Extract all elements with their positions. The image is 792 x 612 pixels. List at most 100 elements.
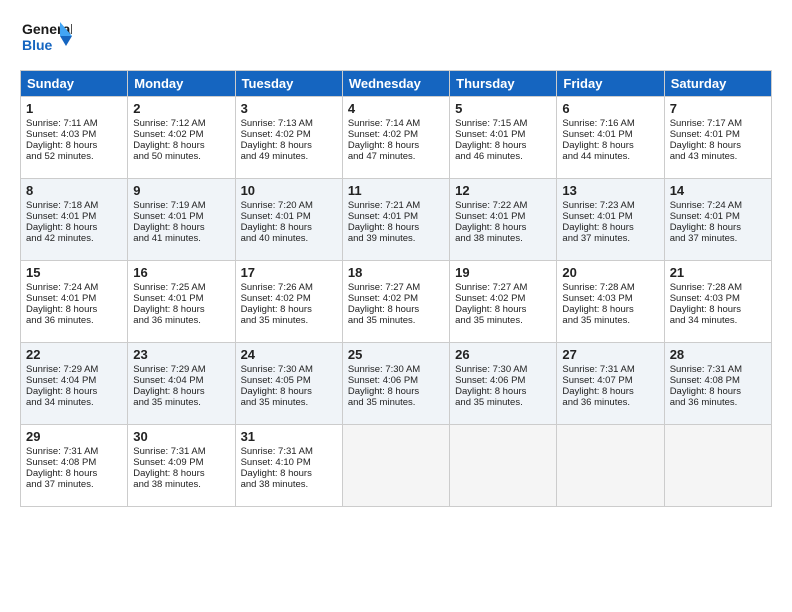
day-number: 8: [26, 183, 122, 198]
day-number: 11: [348, 183, 444, 198]
day-number: 20: [562, 265, 658, 280]
day-info-line: Daylight: 8 hours: [348, 304, 444, 315]
day-number: 28: [670, 347, 766, 362]
day-info-line: and 47 minutes.: [348, 151, 444, 162]
calendar-cell: 23Sunrise: 7:29 AMSunset: 4:04 PMDayligh…: [128, 343, 235, 425]
day-info-line: Daylight: 8 hours: [133, 222, 229, 233]
day-info-line: and 36 minutes.: [562, 397, 658, 408]
day-info-line: Sunrise: 7:19 AM: [133, 200, 229, 211]
day-info-line: and 36 minutes.: [670, 397, 766, 408]
day-info-line: and 35 minutes.: [348, 397, 444, 408]
calendar-cell: 18Sunrise: 7:27 AMSunset: 4:02 PMDayligh…: [342, 261, 449, 343]
calendar-cell: 20Sunrise: 7:28 AMSunset: 4:03 PMDayligh…: [557, 261, 664, 343]
col-header-thursday: Thursday: [450, 71, 557, 97]
day-info-line: Sunset: 4:04 PM: [133, 375, 229, 386]
calendar-cell: [450, 425, 557, 507]
day-info-line: Sunrise: 7:31 AM: [670, 364, 766, 375]
week-row-2: 8Sunrise: 7:18 AMSunset: 4:01 PMDaylight…: [21, 179, 772, 261]
day-info-line: Sunset: 4:01 PM: [26, 293, 122, 304]
day-info-line: Sunrise: 7:14 AM: [348, 118, 444, 129]
day-number: 18: [348, 265, 444, 280]
calendar-cell: 22Sunrise: 7:29 AMSunset: 4:04 PMDayligh…: [21, 343, 128, 425]
week-row-1: 1Sunrise: 7:11 AMSunset: 4:03 PMDaylight…: [21, 97, 772, 179]
calendar-cell: 29Sunrise: 7:31 AMSunset: 4:08 PMDayligh…: [21, 425, 128, 507]
col-header-wednesday: Wednesday: [342, 71, 449, 97]
day-number: 12: [455, 183, 551, 198]
day-info-line: and 35 minutes.: [455, 315, 551, 326]
calendar-cell: 7Sunrise: 7:17 AMSunset: 4:01 PMDaylight…: [664, 97, 771, 179]
day-info-line: Sunrise: 7:24 AM: [26, 282, 122, 293]
day-info-line: and 40 minutes.: [241, 233, 337, 244]
calendar-cell: 27Sunrise: 7:31 AMSunset: 4:07 PMDayligh…: [557, 343, 664, 425]
day-info-line: Sunrise: 7:28 AM: [670, 282, 766, 293]
day-info-line: Daylight: 8 hours: [455, 386, 551, 397]
day-info-line: Sunrise: 7:20 AM: [241, 200, 337, 211]
day-info-line: Sunrise: 7:28 AM: [562, 282, 658, 293]
calendar-cell: 28Sunrise: 7:31 AMSunset: 4:08 PMDayligh…: [664, 343, 771, 425]
calendar-cell: 10Sunrise: 7:20 AMSunset: 4:01 PMDayligh…: [235, 179, 342, 261]
day-number: 13: [562, 183, 658, 198]
day-info-line: Sunset: 4:01 PM: [348, 211, 444, 222]
day-number: 10: [241, 183, 337, 198]
day-info-line: Sunset: 4:01 PM: [670, 211, 766, 222]
day-info-line: Sunrise: 7:11 AM: [26, 118, 122, 129]
calendar-cell: 26 Sunrise: 7:30 AMSunset: 4:06 PMDayligh…: [450, 343, 557, 425]
day-info-line: Sunrise: 7:31 AM: [133, 446, 229, 457]
day-info-line: and 34 minutes.: [26, 397, 122, 408]
day-info-line: Daylight: 8 hours: [26, 140, 122, 151]
day-info-line: Sunset: 4:01 PM: [241, 211, 337, 222]
calendar-cell: 16Sunrise: 7:25 AMSunset: 4:01 PMDayligh…: [128, 261, 235, 343]
day-info-line: Sunset: 4:04 PM: [26, 375, 122, 386]
logo-svg: GeneralBlue: [20, 18, 72, 60]
day-info-line: Sunrise: 7:31 AM: [241, 446, 337, 457]
calendar-cell: 2Sunrise: 7:12 AMSunset: 4:02 PMDaylight…: [128, 97, 235, 179]
day-info-line: Daylight: 8 hours: [26, 222, 122, 233]
day-info-line: Daylight: 8 hours: [241, 304, 337, 315]
day-info-line: Daylight: 8 hours: [562, 222, 658, 233]
day-info-line: and 38 minutes.: [241, 479, 337, 490]
day-info-line: and 35 minutes.: [455, 397, 551, 408]
day-info-line: Sunset: 4:08 PM: [26, 457, 122, 468]
day-info-line: Sunrise: 7:30 AM: [455, 364, 551, 375]
calendar-cell: 9Sunrise: 7:19 AMSunset: 4:01 PMDaylight…: [128, 179, 235, 261]
day-info-line: and 43 minutes.: [670, 151, 766, 162]
calendar-cell: 21Sunrise: 7:28 AMSunset: 4:03 PMDayligh…: [664, 261, 771, 343]
day-info-line: and 36 minutes.: [133, 315, 229, 326]
calendar-cell: 5Sunrise: 7:15 AMSunset: 4:01 PMDaylight…: [450, 97, 557, 179]
day-info-line: Sunrise: 7:30 AM: [241, 364, 337, 375]
day-info-line: Sunset: 4:06 PM: [455, 375, 551, 386]
calendar-cell: [557, 425, 664, 507]
day-info-line: Sunrise: 7:24 AM: [670, 200, 766, 211]
day-info-line: Sunset: 4:02 PM: [133, 129, 229, 140]
day-number: 26: [455, 347, 551, 362]
day-info-line: Daylight: 8 hours: [562, 140, 658, 151]
day-info-line: Sunset: 4:01 PM: [455, 211, 551, 222]
calendar-cell: 19Sunrise: 7:27 AMSunset: 4:02 PMDayligh…: [450, 261, 557, 343]
day-number: 30: [133, 429, 229, 444]
day-number: 31: [241, 429, 337, 444]
calendar-cell: 11Sunrise: 7:21 AMSunset: 4:01 PMDayligh…: [342, 179, 449, 261]
day-info-line: Sunset: 4:05 PM: [241, 375, 337, 386]
day-info-line: Sunset: 4:01 PM: [26, 211, 122, 222]
day-info-line: Daylight: 8 hours: [455, 140, 551, 151]
day-info-line: Sunset: 4:03 PM: [26, 129, 122, 140]
day-info-line: Sunrise: 7:29 AM: [26, 364, 122, 375]
calendar-table: SundayMondayTuesdayWednesdayThursdayFrid…: [20, 70, 772, 507]
day-number: 9: [133, 183, 229, 198]
week-row-4: 22Sunrise: 7:29 AMSunset: 4:04 PMDayligh…: [21, 343, 772, 425]
day-info-line: and 37 minutes.: [670, 233, 766, 244]
calendar-cell: 15 Sunrise: 7:24 AMSunset: 4:01 PMDayligh…: [21, 261, 128, 343]
day-info-line: Daylight: 8 hours: [455, 222, 551, 233]
day-info-line: Daylight: 8 hours: [26, 304, 122, 315]
day-number: 15: [26, 265, 122, 280]
day-info-line: Sunset: 4:07 PM: [562, 375, 658, 386]
day-info-line: and 50 minutes.: [133, 151, 229, 162]
calendar-cell: 25Sunrise: 7:30 AMSunset: 4:06 PMDayligh…: [342, 343, 449, 425]
day-info-line: Daylight: 8 hours: [26, 468, 122, 479]
calendar-cell: 14Sunrise: 7:24 AMSunset: 4:01 PMDayligh…: [664, 179, 771, 261]
calendar-cell: [664, 425, 771, 507]
day-info-line: Sunrise: 7:16 AM: [562, 118, 658, 129]
day-info-line: and 37 minutes.: [26, 479, 122, 490]
day-info-line: Daylight: 8 hours: [133, 140, 229, 151]
day-info-line: Daylight: 8 hours: [133, 304, 229, 315]
